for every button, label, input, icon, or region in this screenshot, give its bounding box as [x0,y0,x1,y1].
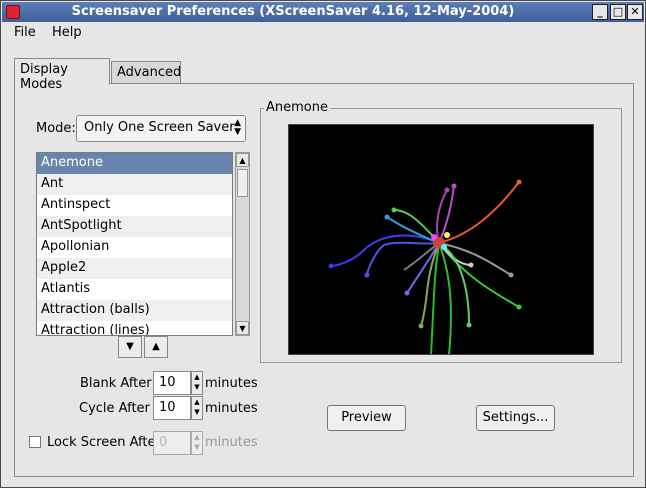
combo-arrows-icon: ▲ ▼ [234,118,241,137]
list-item[interactable]: AntSpotlight [37,216,232,237]
blank-after-unit: minutes [205,376,258,391]
cycle-after-input[interactable]: 10 [153,396,191,420]
list-item[interactable]: Attraction (lines) [37,321,232,335]
cycle-after-spin-icon[interactable]: ▲ ▼ [191,396,203,420]
cycle-after-unit: minutes [205,401,258,416]
menu-bar: File Help [2,22,644,44]
list-scrollbar[interactable]: ▲ ▼ [235,152,250,336]
minimize-button[interactable]: _ [592,4,608,20]
list-item[interactable]: Anemone [37,153,232,174]
list-item[interactable]: Atlantis [37,279,232,300]
settings-button[interactable]: Settings... [476,405,555,431]
lock-screen-input: 0 [153,431,191,455]
menu-help[interactable]: Help [52,25,82,40]
list-item[interactable]: Apollonian [37,237,232,258]
list-item[interactable]: Attraction (balls) [37,300,232,321]
list-item[interactable]: Antinspect [37,195,232,216]
blank-after-input[interactable]: 10 [153,371,191,395]
list-item[interactable]: Apple2 [37,258,232,279]
blank-after-label: Blank After [80,376,152,391]
screensaver-list[interactable]: Anemone Ant Antinspect AntSpotlight Apolloni… [36,152,233,336]
scroll-thumb[interactable] [237,169,248,197]
lock-screen-checkbox[interactable] [29,436,41,448]
scroll-up-icon[interactable]: ▲ [236,153,249,167]
lock-screen-spin-icon: ▲ ▼ [191,431,203,455]
window-title: Screensaver Preferences (XScreenSaver 4.… [71,4,515,19]
screensaver-preferences-window: Screensaver Preferences (XScreenSaver 4.… [0,0,646,488]
previous-mode-button[interactable]: ▲ [144,336,168,358]
preview-frame-label: Anemone [264,100,330,115]
list-item[interactable]: Ant [37,174,232,195]
mode-select-value: Only One Screen Saver [84,120,235,135]
menu-file[interactable]: File [14,25,36,40]
cycle-after-label: Cycle After [79,401,150,416]
title-bar[interactable]: Screensaver Preferences (XScreenSaver 4.… [2,2,644,22]
screensaver-preview [288,124,594,355]
anemone-preview-image [328,179,522,354]
mode-select[interactable]: Only One Screen Saver ▲ ▼ [76,115,246,142]
maximize-button[interactable]: □ [610,4,626,20]
next-mode-button[interactable]: ▼ [118,336,142,358]
lock-screen-unit: minutes [205,435,258,450]
close-button[interactable]: ✕ [627,4,643,20]
lock-screen-label[interactable]: Lock Screen After [47,435,161,450]
scroll-down-icon[interactable]: ▼ [236,321,249,335]
preview-button[interactable]: Preview [327,405,406,431]
tab-display-modes[interactable]: Display Modes [14,58,110,92]
blank-after-spin-icon[interactable]: ▲ ▼ [191,371,203,395]
mode-label: Mode: [36,121,76,136]
tab-advanced[interactable]: Advanced [111,61,181,85]
